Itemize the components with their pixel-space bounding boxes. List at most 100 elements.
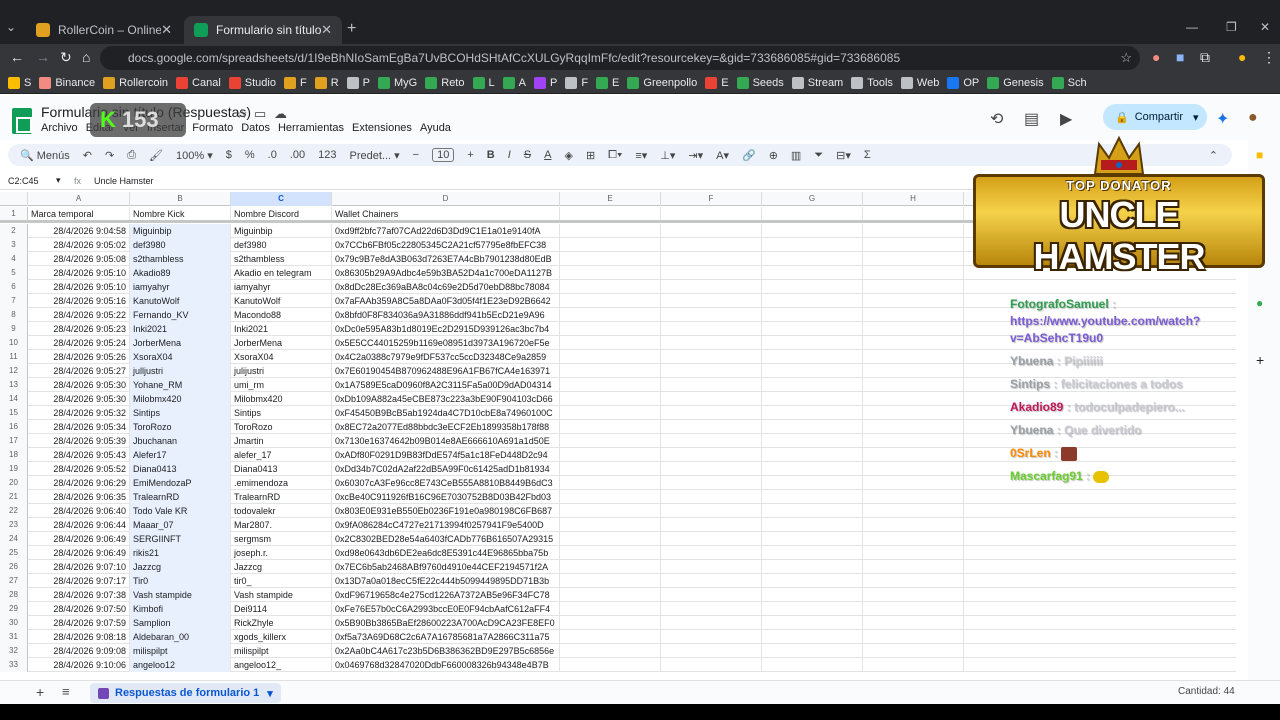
table-cell[interactable]: ToroRozo	[231, 420, 332, 434]
font-select[interactable]: Predet... ▾	[349, 149, 399, 162]
row-number[interactable]: 9	[0, 322, 28, 336]
empty-cell[interactable]	[863, 322, 964, 336]
empty-cell[interactable]	[863, 630, 964, 644]
table-cell[interactable]: 28/4/2026 9:05:23	[28, 322, 130, 336]
table-cell[interactable]: Dei9114	[231, 602, 332, 616]
empty-cell[interactable]	[661, 378, 762, 392]
table-cell[interactable]: 0xcBe40C911926fB16C96E7030752B8D03B42Fbd…	[332, 490, 560, 504]
empty-cell[interactable]	[863, 616, 964, 630]
row-number[interactable]: 26	[0, 560, 28, 574]
empty-cell[interactable]	[762, 560, 863, 574]
row-number[interactable]: 24	[0, 532, 28, 546]
empty-cell[interactable]	[762, 308, 863, 322]
empty-cell[interactable]	[661, 350, 762, 364]
empty-cell[interactable]	[762, 434, 863, 448]
empty-cell[interactable]	[560, 280, 661, 294]
row-number[interactable]: 17	[0, 434, 28, 448]
menu-formato[interactable]: Formato	[192, 122, 233, 134]
row-number[interactable]: 29	[0, 602, 28, 616]
bookmark-item[interactable]: OP	[947, 76, 979, 89]
table-cell[interactable]: julijustri	[231, 364, 332, 378]
table-cell[interactable]: 0x60307cA3Fe96cc8E743CeB555A8810B8449B6d…	[332, 476, 560, 490]
empty-cell[interactable]	[560, 266, 661, 280]
table-cell[interactable]: 0x9fA086284cC4727e21713994f0257941F9e540…	[332, 518, 560, 532]
empty-cell[interactable]	[863, 546, 964, 560]
table-cell[interactable]: Akadio89	[130, 266, 231, 280]
all-sheets-icon[interactable]: ≡	[62, 684, 70, 699]
font-decrease-icon[interactable]: −	[413, 149, 419, 161]
empty-cell[interactable]	[762, 630, 863, 644]
row-number[interactable]: 13	[0, 378, 28, 392]
table-cell[interactable]: angeloo12_	[231, 658, 332, 672]
row-number[interactable]: 27	[0, 574, 28, 588]
font-size-input[interactable]: 10	[432, 148, 455, 162]
table-cell[interactable]: Miguinbip	[231, 224, 332, 238]
row-number[interactable]: 19	[0, 462, 28, 476]
table-cell[interactable]: s2thambless	[130, 252, 231, 266]
bookmark-item[interactable]: E	[705, 76, 729, 89]
empty-cell[interactable]	[661, 518, 762, 532]
name-box-dropdown-icon[interactable]: ▾	[56, 175, 61, 186]
row-number[interactable]: 16	[0, 420, 28, 434]
table-cell[interactable]: 0xDd34b7C02dA2af22dB5A99F0c61425adD1b819…	[332, 462, 560, 476]
empty-cell[interactable]	[863, 207, 964, 221]
empty-cell[interactable]	[661, 532, 762, 546]
row-number[interactable]: 12	[0, 364, 28, 378]
table-cell[interactable]: SERGIINFT	[130, 532, 231, 546]
empty-cell[interactable]	[560, 336, 661, 350]
table-cell[interactable]: Jmartin	[231, 434, 332, 448]
empty-cell[interactable]	[560, 490, 661, 504]
table-cell[interactable]: umi_rm	[231, 378, 332, 392]
table-cell[interactable]: 0x79c9B7e8dA3B063d7263E7A4cBb7901238d80E…	[332, 252, 560, 266]
bookmark-item[interactable]: Studio	[228, 76, 276, 89]
empty-cell[interactable]	[560, 392, 661, 406]
table-cell[interactable]: Inki2021	[231, 322, 332, 336]
row-number[interactable]: 14	[0, 392, 28, 406]
minimize-icon[interactable]: —	[1186, 20, 1198, 34]
empty-cell[interactable]	[762, 658, 863, 672]
table-cell[interactable]: Akadio en telegram	[231, 266, 332, 280]
empty-cell[interactable]	[762, 294, 863, 308]
empty-cell[interactable]	[560, 532, 661, 546]
empty-cell[interactable]	[661, 616, 762, 630]
empty-cell[interactable]	[762, 574, 863, 588]
row-number[interactable]: 15	[0, 406, 28, 420]
kebab-menu-icon[interactable]: ⋮	[1262, 49, 1276, 66]
empty-cell[interactable]	[560, 630, 661, 644]
empty-cell[interactable]	[863, 532, 964, 546]
table-cell[interactable]: 28/4/2026 9:05:27	[28, 364, 130, 378]
empty-cell[interactable]	[762, 350, 863, 364]
table-cell[interactable]: Alefer17	[130, 448, 231, 462]
empty-cell[interactable]	[863, 490, 964, 504]
menu-archivo[interactable]: Archivo	[41, 122, 78, 134]
table-cell[interactable]: sergmsm	[231, 532, 332, 546]
empty-cell[interactable]	[661, 280, 762, 294]
empty-cell[interactable]	[762, 420, 863, 434]
table-cell[interactable]: RickZhyle	[231, 616, 332, 630]
empty-cell[interactable]	[762, 280, 863, 294]
empty-cell[interactable]	[762, 336, 863, 350]
table-cell[interactable]: Aldebaran_00	[130, 630, 231, 644]
table-cell[interactable]: Yohane_RM	[130, 378, 231, 392]
empty-cell[interactable]	[863, 560, 964, 574]
empty-cell[interactable]	[762, 266, 863, 280]
empty-cell[interactable]	[560, 252, 661, 266]
table-cell[interactable]: 0x7CCb6FBf05c22805345C2A21cf57795e8fbEFC…	[332, 238, 560, 252]
table-cell[interactable]: 28/4/2026 9:05:10	[28, 266, 130, 280]
row-number[interactable]: 21	[0, 490, 28, 504]
table-cell[interactable]: 28/4/2026 9:05:34	[28, 420, 130, 434]
column-header-h[interactable]: H	[863, 192, 964, 206]
paint-format-icon[interactable]: 🖌	[149, 149, 163, 162]
table-cell[interactable]: Diana0413	[130, 462, 231, 476]
maximize-icon[interactable]: ❐	[1226, 20, 1237, 34]
empty-cell[interactable]	[560, 207, 661, 221]
link-icon[interactable]: 🔗	[742, 149, 756, 162]
text-color-icon[interactable]: A	[544, 149, 551, 161]
back-icon[interactable]: ←	[10, 49, 24, 65]
row-number[interactable]: 7	[0, 294, 28, 308]
bookmark-item[interactable]: A	[502, 76, 526, 89]
table-cell[interactable]: Milobmx420	[130, 392, 231, 406]
rotate-icon[interactable]: A▾	[716, 149, 729, 162]
table-cell[interactable]: 0x7E60190454B870962488E96A1FB67fCA4e1639…	[332, 364, 560, 378]
empty-cell[interactable]	[863, 434, 964, 448]
